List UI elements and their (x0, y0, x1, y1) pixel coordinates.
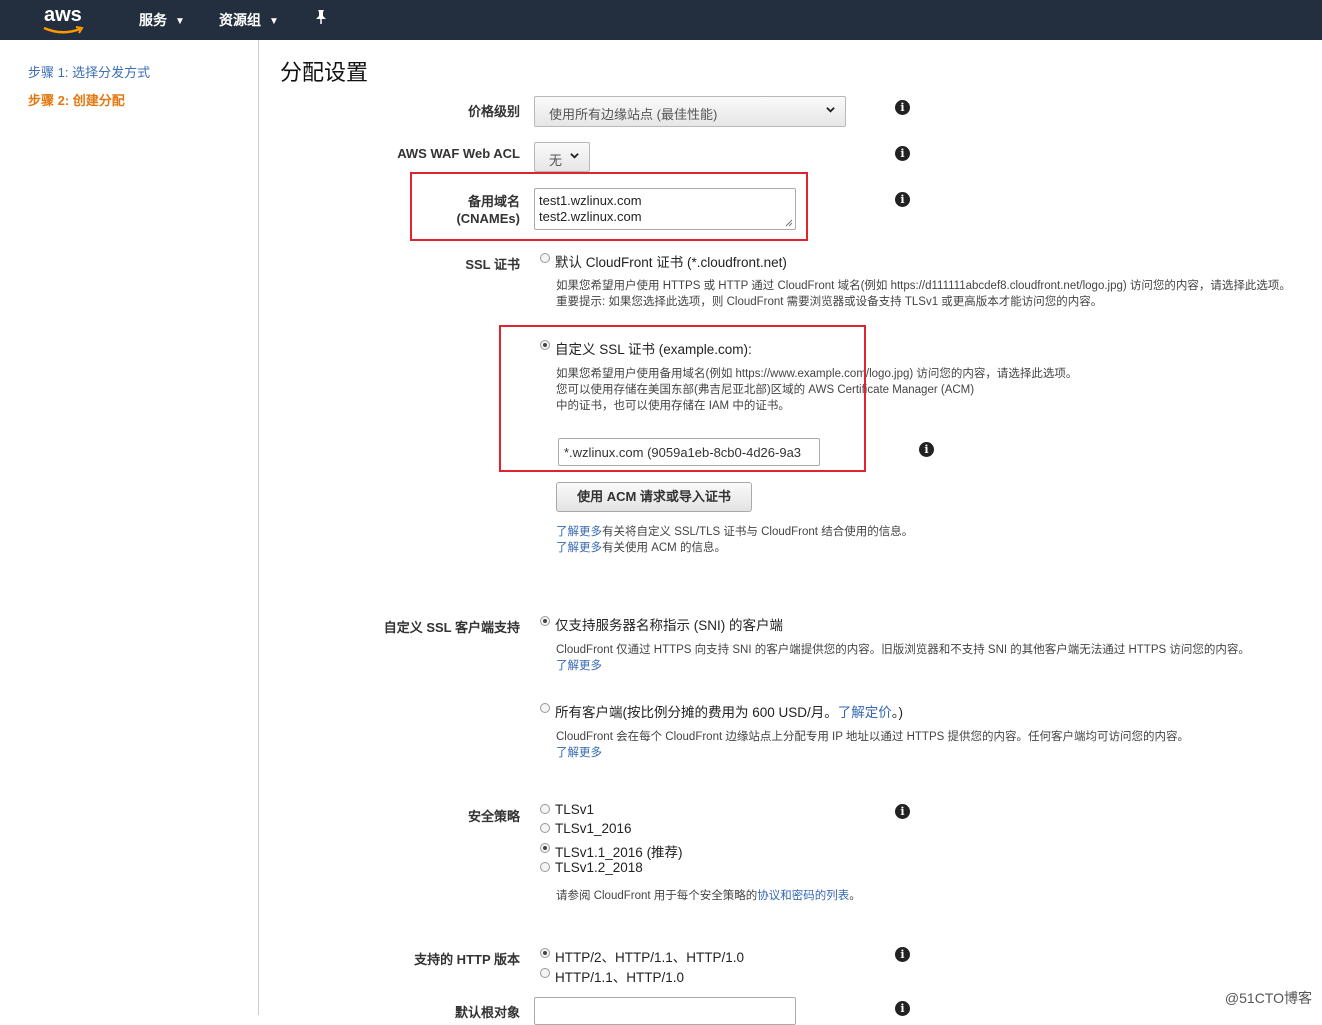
price-class-select[interactable]: 使用所有边缘站点 (最佳性能) (534, 96, 846, 127)
security-policy-option[interactable]: TLSv1_2016 (555, 821, 632, 836)
waf-select[interactable]: 无 (534, 142, 590, 172)
all-clients-learn-more: 了解更多 (556, 745, 602, 761)
security-policy-option[interactable]: TLSv1 (555, 802, 594, 817)
security-policy-option[interactable]: TLSv1.2_2018 (555, 860, 643, 875)
all-clients-radio[interactable] (540, 703, 550, 713)
info-icon[interactable]: i (919, 442, 934, 457)
security-policy-radio[interactable] (540, 804, 550, 814)
watermark: @51CTO博客 (1224, 990, 1312, 1006)
ssl-default-option[interactable]: 默认 CloudFront 证书 (*.cloudfront.net) (555, 251, 787, 271)
acm-request-button[interactable]: 使用 ACM 请求或导入证书 (556, 482, 752, 512)
http-versions-label: 支持的 HTTP 版本 (414, 952, 520, 967)
chevron-down-icon (570, 153, 579, 159)
info-icon[interactable]: i (895, 1001, 910, 1016)
pushpin-icon[interactable] (314, 9, 328, 28)
security-policy-radio[interactable] (540, 823, 550, 834)
page-title: 分配设置 (280, 60, 369, 85)
ssl-default-help-2: 重要提示: 如果您选择此选项，则 CloudFront 需要浏览器或设备支持 T… (556, 296, 1103, 308)
learn-more-link[interactable]: 了解更多 (556, 542, 602, 554)
services-label: 服务 (139, 12, 167, 28)
sidebar-step-2[interactable]: 步骤 2: 创建分配 (28, 90, 125, 109)
price-class-label: 价格级别 (467, 104, 520, 119)
security-policy-help: 请参阅 CloudFront 用于每个安全策略的协议和密码的列表。 (556, 888, 861, 904)
pricing-link[interactable]: 了解定价 (838, 705, 892, 720)
learn-more-2-text: 有关使用 ACM 的信息。 (602, 542, 726, 554)
aws-smile-icon (43, 26, 84, 34)
aws-logo-text: aws (44, 4, 82, 26)
all-clients-help: CloudFront 会在每个 CloudFront 边缘站点上分配专用 IP … (556, 731, 1189, 743)
policy-help-suffix: 。 (849, 890, 861, 902)
price-class-value: 使用所有边缘站点 (最佳性能) (549, 107, 718, 122)
info-icon[interactable]: i (895, 192, 910, 207)
sidebar-step-1[interactable]: 步骤 1: 选择分发方式 (28, 62, 150, 81)
default-root-input[interactable] (534, 997, 796, 1025)
learn-more-1-text: 有关将自定义 SSL/TLS 证书与 CloudFront 结合使用的信息。 (602, 526, 914, 538)
highlight-box-cnames (410, 172, 808, 241)
http-version-radio[interactable] (540, 948, 550, 958)
info-icon[interactable]: i (895, 146, 910, 161)
resource-groups-label: 资源组 (219, 12, 261, 28)
ssl-learn-more-2: 了解更多有关使用 ACM 的信息。 (556, 540, 726, 556)
info-icon[interactable]: i (895, 100, 910, 115)
waf-label: AWS WAF Web ACL (397, 146, 520, 161)
security-policy-option[interactable]: TLSv1.1_2016 (推荐) (555, 841, 683, 861)
info-icon[interactable]: i (895, 947, 910, 962)
sni-help: CloudFront 仅通过 HTTPS 向支持 SNI 的客户端提供您的内容。… (556, 644, 1250, 656)
services-menu[interactable]: 服务 ▼ (139, 10, 185, 30)
security-policy-radio[interactable] (540, 842, 550, 853)
sni-option[interactable]: 仅支持服务器名称指示 (SNI) 的客户端 (555, 614, 783, 634)
chevron-down-icon: ▼ (269, 15, 279, 27)
chevron-down-icon: ▼ (175, 15, 185, 27)
sni-learn-more: 了解更多 (556, 658, 602, 674)
info-icon[interactable]: i (895, 804, 910, 819)
security-policy-radio[interactable] (540, 861, 550, 872)
default-root-label: 默认根对象 (454, 1005, 520, 1020)
ssl-default-help-1: 如果您希望用户使用 HTTPS 或 HTTP 通过 CloudFront 域名(… (556, 280, 1291, 292)
security-policy-label: 安全策略 (467, 809, 520, 824)
all-clients-suffix: 。) (891, 705, 904, 720)
client-support-label: 自定义 SSL 客户端支持 (383, 620, 520, 635)
ssl-default-radio[interactable] (540, 253, 550, 263)
highlight-box-custom-ssl (499, 325, 866, 472)
aws-logo[interactable]: aws (42, 4, 88, 34)
learn-more-link[interactable]: 了解更多 (556, 526, 602, 538)
resource-groups-menu[interactable]: 资源组 ▼ (219, 10, 279, 30)
ssl-learn-more-1: 了解更多有关将自定义 SSL/TLS 证书与 CloudFront 结合使用的信… (556, 524, 913, 540)
cipher-list-link[interactable]: 协议和密码的列表 (757, 890, 849, 902)
waf-value: 无 (549, 153, 563, 168)
wizard-sidebar: 步骤 1: 选择分发方式 步骤 2: 创建分配 (0, 40, 259, 1015)
http-version-radio[interactable] (540, 967, 550, 978)
policy-help-prefix: 请参阅 CloudFront 用于每个安全策略的 (556, 890, 758, 902)
learn-more-link[interactable]: 了解更多 (556, 747, 602, 759)
http-version-option[interactable]: HTTP/1.1、HTTP/1.0 (555, 966, 684, 986)
ssl-label: SSL 证书 (465, 257, 520, 272)
all-clients-option[interactable]: 所有客户端(按比例分摊的费用为 600 USD/月。了解定价。) (555, 701, 903, 721)
all-clients-text: 所有客户端(按比例分摊的费用为 600 USD/月。 (555, 705, 838, 720)
http-version-option[interactable]: HTTP/2、HTTP/1.1、HTTP/1.0 (555, 946, 744, 966)
learn-more-link[interactable]: 了解更多 (556, 660, 602, 672)
sni-radio[interactable] (540, 616, 550, 626)
top-nav-bar: aws 服务 ▼ 资源组 ▼ (0, 0, 1322, 40)
chevron-down-icon (826, 107, 835, 113)
